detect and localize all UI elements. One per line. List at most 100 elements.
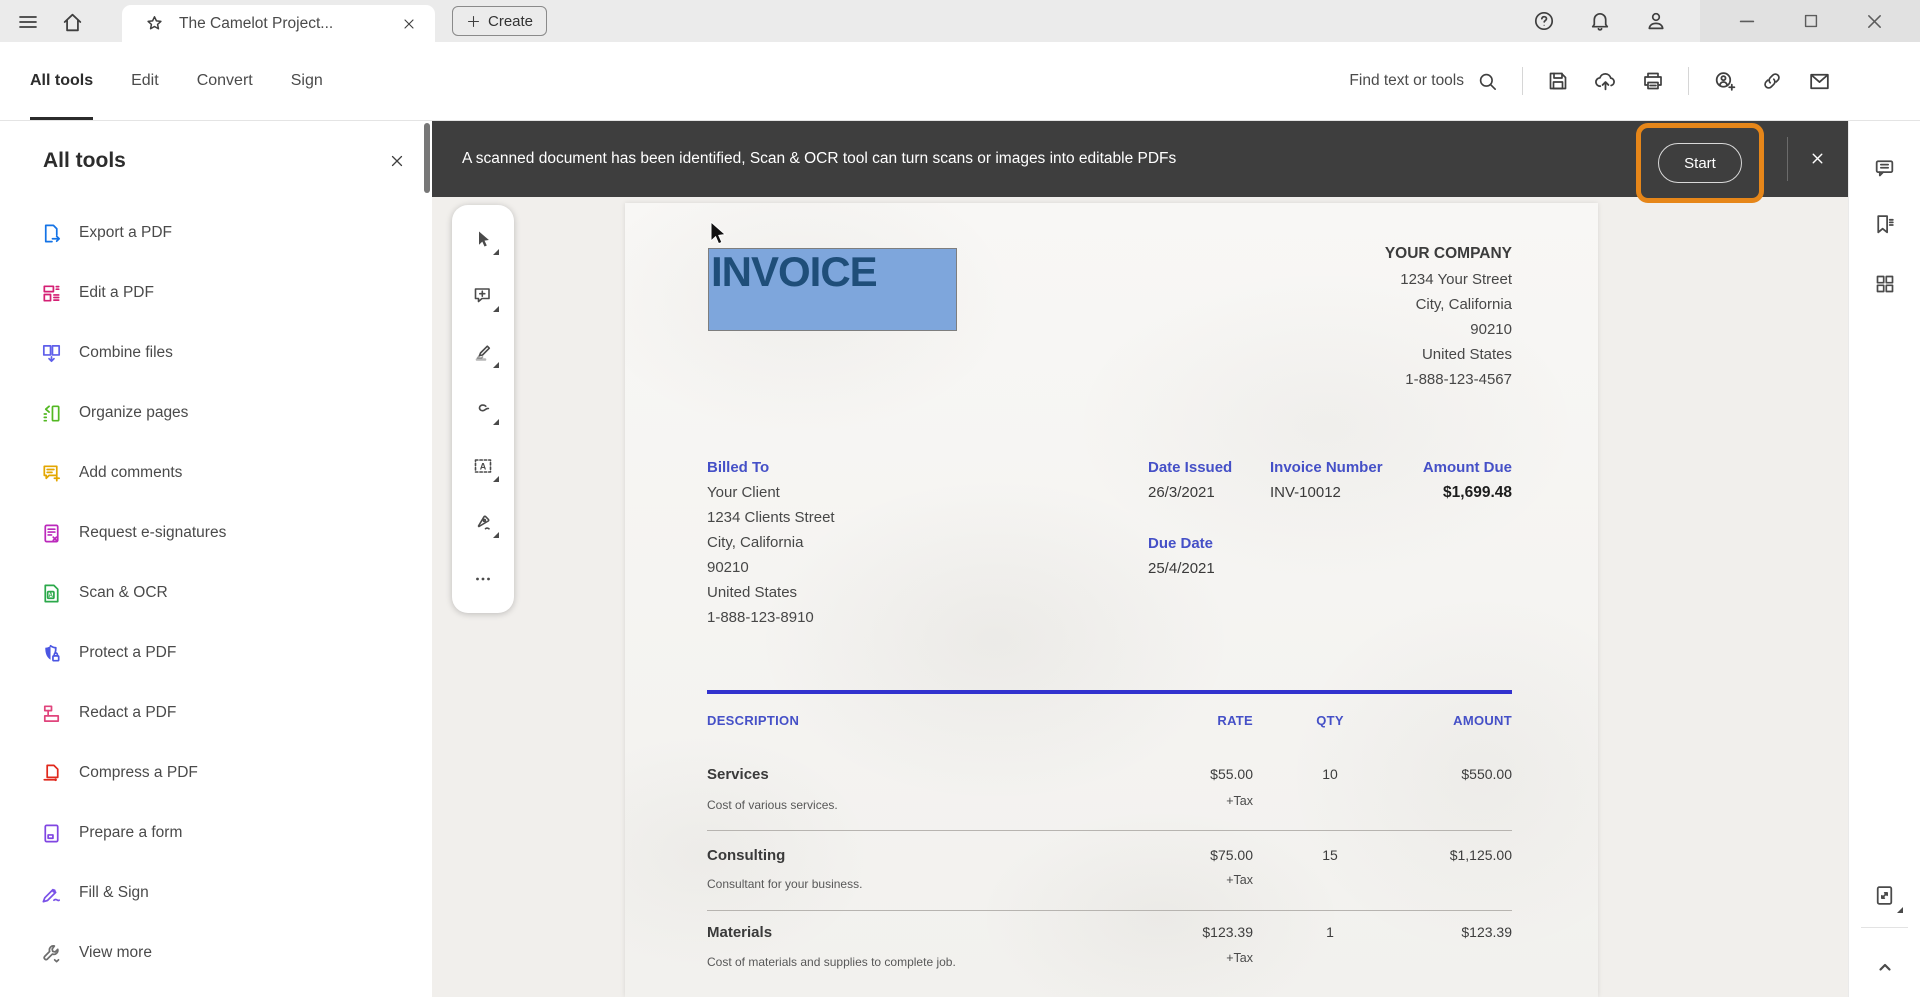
tool-organize-pages[interactable]: Organize pages <box>0 383 432 443</box>
row-qty: 1 <box>1275 924 1385 940</box>
lasso-icon <box>471 397 495 421</box>
request-esignatures-icon <box>40 522 63 545</box>
banner-close-button[interactable] <box>1809 150 1826 167</box>
fit-page-button[interactable] <box>1865 875 1905 915</box>
row-divider <box>707 830 1512 831</box>
tool-protect-pdf[interactable]: Protect a PDF <box>0 623 432 683</box>
billed-line: 1-888-123-8910 <box>707 605 835 630</box>
home-icon <box>60 10 85 35</box>
tool-label: View more <box>79 944 152 962</box>
notifications-button[interactable] <box>1588 9 1612 33</box>
banner-divider <box>1787 137 1788 181</box>
titlebar-right-icons <box>1532 0 1668 42</box>
window-maximize-button[interactable] <box>1801 11 1821 31</box>
date-issued-block: Date Issued 26/3/2021 <box>1148 455 1232 505</box>
toolbar-divider <box>1522 67 1523 95</box>
main-area: All tools Export a PDF Edit a PDF <box>0 121 1920 997</box>
tab-close-button[interactable] <box>401 16 417 32</box>
highlight-tool-button[interactable] <box>461 332 505 372</box>
draw-tool-button[interactable] <box>461 389 505 429</box>
bell-icon <box>1588 9 1612 33</box>
highlighter-icon <box>471 340 495 364</box>
save-button[interactable] <box>1546 69 1570 93</box>
sign-tool-button[interactable] <box>461 502 505 542</box>
prepare-form-icon <box>40 822 63 845</box>
tool-request-esignatures[interactable]: Request e-signatures <box>0 503 432 563</box>
add-comments-icon <box>40 462 63 485</box>
minimize-icon <box>1736 10 1758 32</box>
collapse-rail-button[interactable] <box>1865 947 1905 987</box>
scan-notification-banner: A scanned document has been identified, … <box>432 121 1848 197</box>
document-canvas[interactable]: A INVOICE YOUR COMPANY <box>432 197 1848 997</box>
add-comment-tool-button[interactable] <box>461 276 505 316</box>
more-tools-button[interactable] <box>461 559 505 599</box>
tool-view-more[interactable]: View more <box>0 923 432 983</box>
bookmarks-panel-button[interactable] <box>1865 204 1905 244</box>
svg-text:A: A <box>48 592 53 599</box>
select-tool-button[interactable] <box>461 219 505 259</box>
organize-pages-icon <box>40 402 63 425</box>
chevron-up-icon <box>1873 955 1897 979</box>
tab-title: The Camelot Project... <box>179 15 333 33</box>
row-tax: +Tax <box>1055 951 1253 965</box>
panel-close-button[interactable] <box>388 152 406 170</box>
amount-due-value: $1,699.48 <box>1365 480 1512 505</box>
tab-sign[interactable]: Sign <box>291 42 323 120</box>
email-button[interactable] <box>1807 69 1832 94</box>
tool-combine-files[interactable]: Combine files <box>0 323 432 383</box>
share-link-button[interactable] <box>1760 69 1784 93</box>
tool-fill-sign[interactable]: Fill & Sign <box>0 863 432 923</box>
tool-add-comments[interactable]: Add comments <box>0 443 432 503</box>
banner-message: A scanned document has been identified, … <box>462 121 1176 197</box>
row-description: Consulting <box>707 847 1067 864</box>
tool-label: Edit a PDF <box>79 284 154 302</box>
tool-scan-ocr[interactable]: A Scan & OCR <box>0 563 432 623</box>
window-minimize-button[interactable] <box>1736 10 1758 32</box>
document-tab[interactable]: The Camelot Project... <box>122 5 435 42</box>
plus-icon <box>466 14 481 29</box>
tab-all-tools[interactable]: All tools <box>30 42 93 120</box>
page-thumbnails-button[interactable] <box>1865 264 1905 304</box>
account-button[interactable] <box>1644 9 1668 33</box>
tool-export-pdf[interactable]: Export a PDF <box>0 203 432 263</box>
upload-to-cloud-button[interactable] <box>1593 69 1618 94</box>
link-icon <box>1760 69 1784 93</box>
person-add-icon <box>1712 69 1737 94</box>
print-button[interactable] <box>1641 69 1665 93</box>
panel-scrollbar-thumb[interactable] <box>424 123 430 193</box>
user-icon <box>1644 9 1668 33</box>
create-button[interactable]: Create <box>452 6 547 36</box>
tool-prepare-form[interactable]: Prepare a form <box>0 803 432 863</box>
bookmark-icon <box>1872 212 1897 237</box>
window-close-button[interactable] <box>1864 11 1885 32</box>
start-ocr-button[interactable]: Start <box>1658 143 1742 183</box>
home-button[interactable] <box>59 9 85 35</box>
comments-panel-button[interactable] <box>1865 148 1905 188</box>
redact-pdf-icon <box>40 702 63 725</box>
rail-divider <box>1861 927 1908 928</box>
right-rail <box>1848 121 1920 997</box>
tool-label: Add comments <box>79 464 182 482</box>
close-icon <box>401 16 417 32</box>
tool-redact-pdf[interactable]: Redact a PDF <box>0 683 432 743</box>
tab-edit[interactable]: Edit <box>131 42 159 120</box>
cursor-icon <box>471 227 495 251</box>
row-amount: $1,125.00 <box>1385 847 1512 863</box>
add-text-box-tool-button[interactable]: A <box>461 446 505 486</box>
tool-edit-pdf[interactable]: Edit a PDF <box>0 263 432 323</box>
favorite-star-icon[interactable] <box>144 13 165 34</box>
header-qty: QTY <box>1275 713 1385 728</box>
company-line: City, California <box>1385 292 1512 317</box>
tab-convert[interactable]: Convert <box>197 42 253 120</box>
invoice-title-selection[interactable]: INVOICE <box>708 248 957 331</box>
hamburger-menu-button[interactable] <box>15 9 41 35</box>
help-button[interactable] <box>1532 9 1556 33</box>
tool-compress-pdf[interactable]: Compress a PDF <box>0 743 432 803</box>
cloud-upload-icon <box>1593 69 1618 94</box>
find-text-or-tools[interactable]: Find text or tools <box>1349 70 1499 93</box>
panel-title: All tools <box>43 149 126 173</box>
ellipsis-icon <box>471 567 495 591</box>
document-page[interactable]: INVOICE YOUR COMPANY 1234 Your Street Ci… <box>625 203 1598 997</box>
billed-line: City, California <box>707 530 835 555</box>
request-signature-button[interactable] <box>1712 69 1737 94</box>
